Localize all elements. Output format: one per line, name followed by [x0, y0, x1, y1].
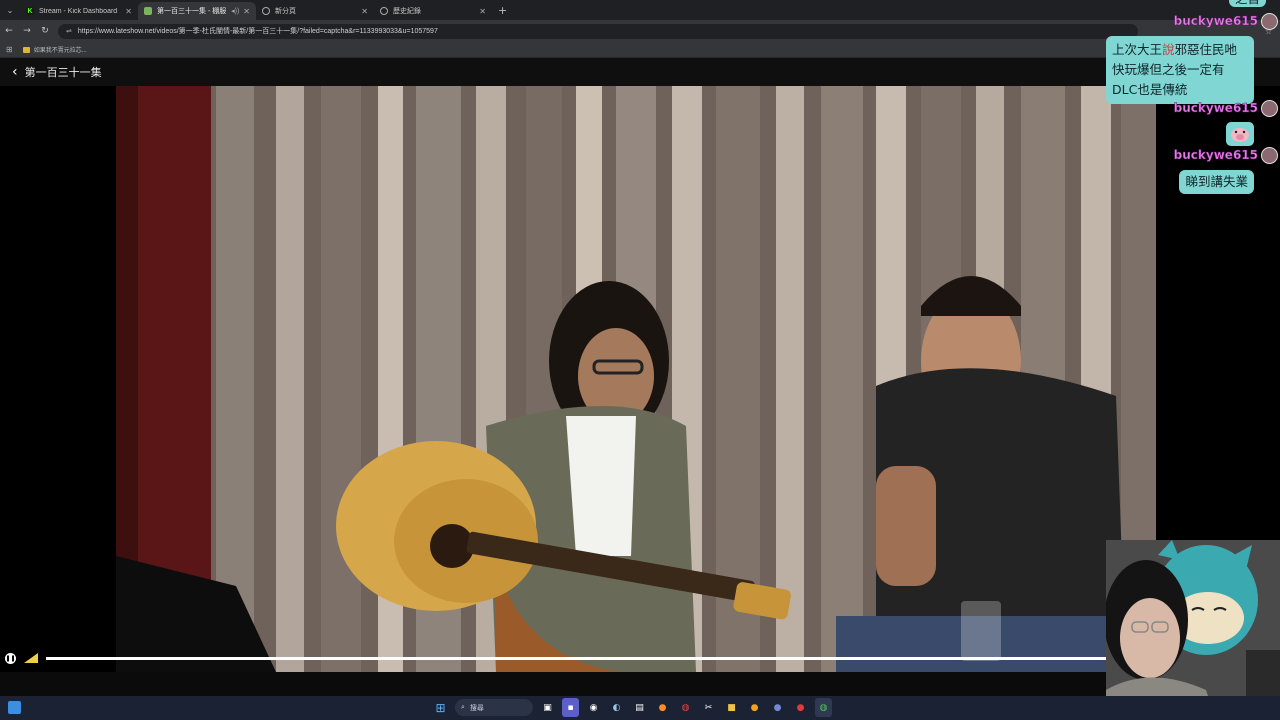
chat-message-bubble: 上次大王說邪惡住民吔 快玩爆但之後一定有 DLC也是傳統	[1106, 36, 1254, 104]
back-icon[interactable]: ←	[0, 26, 18, 36]
chat-highlight: 說	[1162, 42, 1175, 57]
bookmarks-bar: ⊞ 如果我不賣元拉芯...	[0, 42, 1280, 58]
reload-icon[interactable]: ↻	[36, 26, 54, 36]
search-label: 搜尋	[469, 703, 484, 712]
url-text: https://www.lateshow.net/videos/第一季-杜氏闡情…	[77, 28, 438, 35]
avatar	[1261, 13, 1278, 30]
widgets-icon[interactable]	[8, 701, 21, 714]
new-tab-button[interactable]: +	[498, 4, 507, 17]
chat-message-bubble: 之首	[1228, 0, 1266, 7]
chat-username: buckywe615	[1173, 14, 1258, 29]
close-tab-icon[interactable]: ✕	[125, 7, 132, 16]
webcam-image	[1106, 540, 1280, 720]
latesh-icon	[144, 7, 152, 15]
back-chevron-icon[interactable]: ‹	[12, 64, 18, 80]
folder-icon	[22, 46, 30, 53]
search-icon: ⌕	[461, 703, 465, 711]
chat-username: buckywe615	[1173, 101, 1258, 116]
chrome-active-icon[interactable]: ◍	[815, 698, 832, 717]
speaker-icon[interactable]: ◂))	[231, 7, 239, 15]
streamer-webcam	[1106, 540, 1280, 720]
chat-message-bubble: 睇到講失業	[1179, 170, 1254, 194]
address-bar[interactable]: ⇌ https://www.lateshow.net/videos/第一季-杜氏…	[58, 23, 1138, 39]
notepad-icon[interactable]: ▤	[631, 698, 648, 717]
avatar	[1261, 100, 1278, 117]
close-tab-icon[interactable]: ✕	[243, 7, 250, 16]
close-tab-icon[interactable]: ✕	[361, 7, 368, 16]
forward-icon[interactable]: →	[18, 26, 36, 36]
player-footer	[0, 672, 1280, 696]
tab-new-tab[interactable]: 新分頁 ✕	[256, 2, 374, 20]
kick-icon: K	[26, 7, 34, 15]
chat-line: DLC也是傳統	[1112, 82, 1188, 97]
history-icon	[380, 7, 388, 15]
chrome-app-icon[interactable]: ◍	[677, 698, 694, 717]
bitcoin-icon[interactable]: ●	[746, 698, 763, 717]
recorder-icon[interactable]: ●	[792, 698, 809, 717]
tab-title: 歷史紀錄	[393, 8, 421, 15]
progress-bar[interactable]	[46, 657, 1110, 660]
page-header: ‹ 第一百三十一集	[0, 58, 1280, 86]
file-explorer-icon[interactable]: ■	[723, 698, 740, 717]
video-player[interactable]	[116, 86, 1156, 672]
tab-kick-dashboard[interactable]: K Stream - Kick Dashboard ✕	[20, 2, 138, 20]
progress-fill	[46, 657, 1108, 660]
tab-title: Stream - Kick Dashboard	[39, 7, 118, 15]
avatar	[1261, 147, 1278, 164]
obs-icon[interactable]: ◉	[585, 698, 602, 717]
start-icon[interactable]: ⊞	[432, 698, 449, 717]
capcut-icon[interactable]: ✂	[700, 698, 717, 717]
firefox-icon[interactable]: ●	[654, 698, 671, 717]
chat-app-icon[interactable]: ▪	[562, 698, 579, 717]
close-tab-icon[interactable]: ✕	[479, 7, 486, 16]
tab-lateshow[interactable]: 第一百三十一集 - 棚服 ◂)) ✕	[138, 2, 256, 20]
tab-title: 第一百三十一集 - 棚服	[157, 8, 227, 15]
chat-line: 上次大王	[1112, 42, 1163, 57]
page-title: 第一百三十一集	[24, 66, 102, 79]
bookmark-item[interactable]: 如果我不賣元拉芯...	[34, 45, 87, 54]
chat-line: 快玩爆但之後一定有	[1112, 62, 1225, 77]
chat-username: buckywe615	[1173, 148, 1258, 163]
chat-line: 邪惡住民吔	[1174, 42, 1238, 57]
pause-button[interactable]: ❚❚	[5, 653, 16, 664]
taskbar-search[interactable]: ⌕ 搜尋	[455, 699, 533, 716]
discord-icon[interactable]: ●	[769, 698, 786, 717]
taskbar-apps: ⊞ ⌕ 搜尋 ▣ ▪ ◉ ◐ ▤ ● ◍ ✂ ■ ● ● ● ◍	[432, 698, 832, 717]
volume-icon[interactable]	[24, 653, 38, 663]
video-frame-image	[116, 86, 1156, 672]
task-view-icon[interactable]: ▣	[539, 698, 556, 717]
chrome-icon	[262, 7, 270, 15]
browser-toolbar: ← → ↻ ⇌ https://www.lateshow.net/videos/…	[0, 20, 1280, 42]
apps-grid-icon[interactable]: ⊞	[6, 45, 13, 54]
pig-emote-icon	[1226, 122, 1254, 146]
player-controls: ❚❚	[0, 650, 1110, 670]
tab-title: 新分頁	[275, 8, 296, 15]
browser-tabstrip: ⌄ K Stream - Kick Dashboard ✕ 第一百三十一集 - …	[0, 0, 1280, 20]
screen: ⌄ K Stream - Kick Dashboard ✕ 第一百三十一集 - …	[0, 0, 1280, 720]
steam-icon[interactable]: ◐	[608, 698, 625, 717]
windows-taskbar: ⊞ ⌕ 搜尋 ▣ ▪ ◉ ◐ ▤ ● ◍ ✂ ■ ● ● ● ◍	[0, 696, 1280, 720]
site-info-icon[interactable]: ⇌	[66, 27, 72, 35]
tab-search-icon[interactable]: ⌄	[0, 0, 20, 20]
chat-overlay: 之首 buckywe615 上次大王說邪惡住民吔 快玩爆但之後一定有 DLC也是…	[1100, 0, 1280, 200]
tab-history[interactable]: 歷史紀錄 ✕	[374, 2, 492, 20]
